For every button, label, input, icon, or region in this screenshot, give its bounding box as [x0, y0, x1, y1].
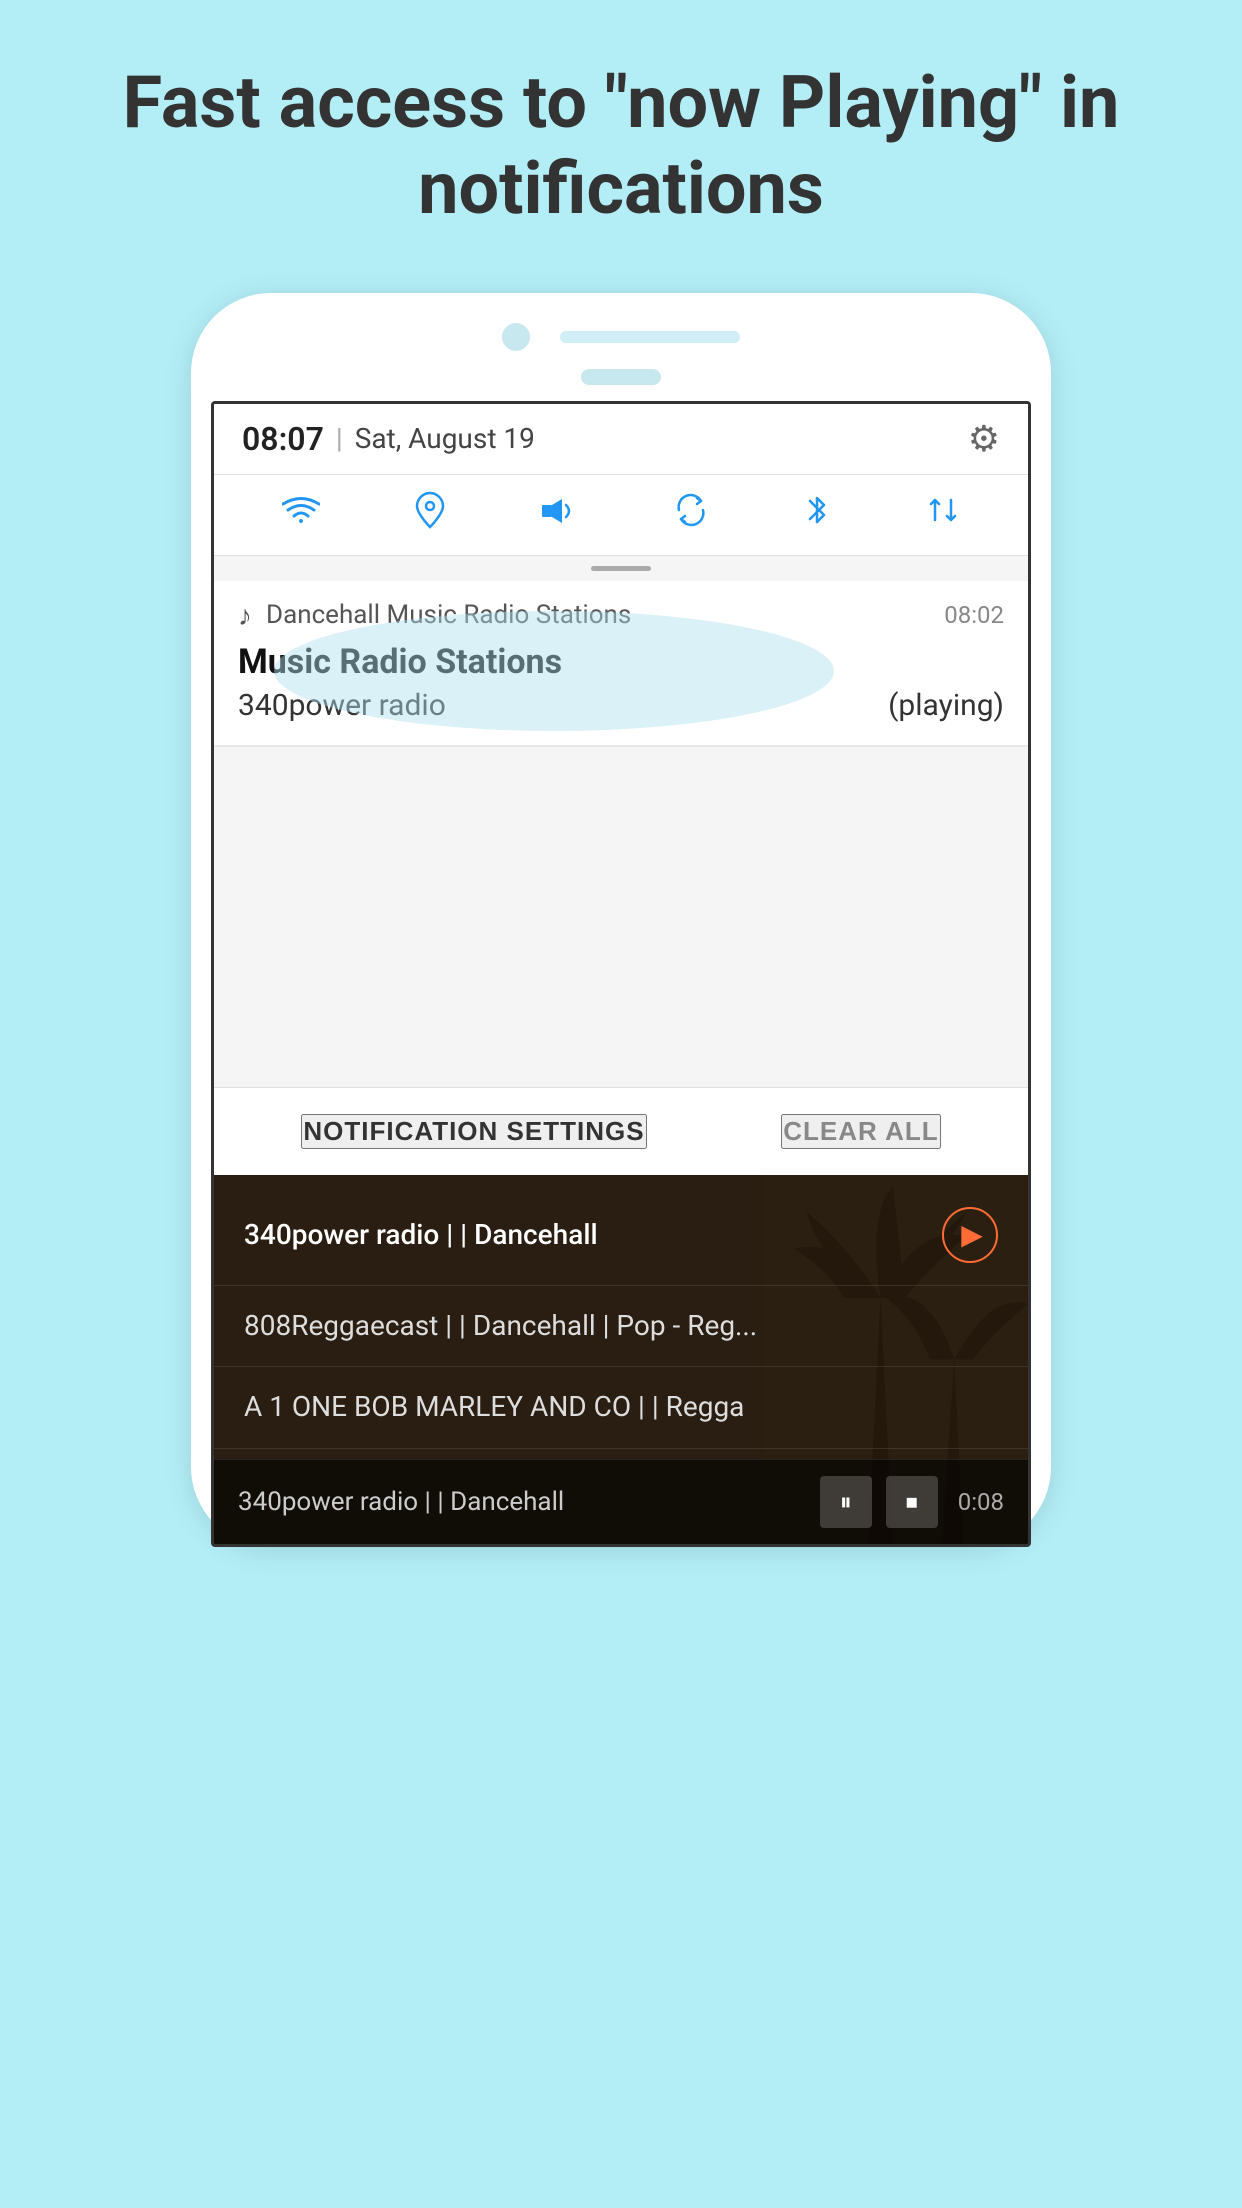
phone-wrapper: 08:07 | Sat, August 19 ⚙: [0, 273, 1242, 1547]
phone-camera: [502, 323, 530, 351]
notif-subtitle: 340power radio (playing): [238, 688, 1004, 723]
data-transfer-icon[interactable]: [925, 492, 961, 538]
radio-item[interactable]: 808Reggaecast | | Dancehall | Pop - Reg.…: [214, 1286, 1028, 1367]
stop-button[interactable]: ⏹: [886, 1476, 938, 1528]
volume-icon[interactable]: [540, 493, 578, 537]
clear-all-button[interactable]: CLEAR ALL: [781, 1114, 940, 1149]
bluetooth-icon[interactable]: [804, 491, 830, 539]
notif-footer: NOTIFICATION SETTINGS CLEAR ALL: [214, 1087, 1028, 1175]
drag-handle: [214, 556, 1028, 581]
status-sep: |: [336, 422, 343, 455]
sync-icon[interactable]: [673, 492, 709, 538]
phone-device: 08:07 | Sat, August 19 ⚙: [191, 293, 1051, 1547]
phone-home-button: [581, 369, 661, 385]
status-time: 08:07: [242, 420, 324, 458]
radio-item-text: A 1 ONE BOB MARLEY AND CO | | Regga: [244, 1389, 998, 1425]
phone-top-bar: [211, 323, 1031, 351]
pause-button[interactable]: ⏸: [820, 1476, 872, 1528]
phone-speaker: [560, 331, 740, 343]
radio-item[interactable]: 340power radio | | Dancehall ▶: [214, 1185, 1028, 1286]
play-icon: ▶: [961, 1218, 983, 1251]
notif-header: ♪ Dancehall Music Radio Stations 08:02: [238, 599, 1004, 632]
radio-item-text: 340power radio | | Dancehall: [244, 1217, 942, 1253]
playing-bar-text: 340power radio | | Dancehall: [238, 1487, 800, 1517]
pause-icon: ⏸: [840, 1488, 852, 1516]
radio-item-text: 808Reggaecast | | Dancehall | Pop - Reg.…: [244, 1308, 998, 1344]
play-button[interactable]: ▶: [942, 1207, 998, 1263]
notif-empty-area: [214, 747, 1028, 1087]
notif-station: 340power radio: [238, 688, 446, 723]
status-bar: 08:07 | Sat, August 19 ⚙: [214, 404, 1028, 475]
stop-icon: ⏹: [906, 1488, 918, 1516]
quick-settings-bar: [214, 475, 1028, 556]
status-left: 08:07 | Sat, August 19: [242, 420, 535, 458]
notification-settings-button[interactable]: NOTIFICATION SETTINGS: [301, 1114, 646, 1149]
page-title: Fast access to "now Playing" in notifica…: [0, 0, 1242, 273]
location-icon[interactable]: [415, 491, 445, 539]
phone-screen: 08:07 | Sat, August 19 ⚙: [211, 401, 1031, 1547]
status-date: Sat, August 19: [355, 422, 535, 455]
notification-card[interactable]: ♪ Dancehall Music Radio Stations 08:02 M…: [214, 581, 1028, 747]
notif-music-icon: ♪: [238, 599, 252, 632]
playing-time: 0:08: [958, 1488, 1004, 1516]
wifi-icon[interactable]: [282, 493, 320, 537]
radio-item[interactable]: A 1 ONE BOB MARLEY AND CO | | Regga: [214, 1367, 1028, 1448]
playing-bar: 340power radio | | Dancehall ⏸ ⏹ 0:08: [214, 1459, 1028, 1544]
playing-controls: ⏸ ⏹: [820, 1476, 938, 1528]
app-bottom-section: 340power radio | | Dancehall ▶ 808Reggae…: [214, 1175, 1028, 1544]
page-root: Fast access to "now Playing" in notifica…: [0, 0, 1242, 1547]
status-gear-icon[interactable]: ⚙: [968, 418, 1000, 460]
notif-app-name: Dancehall Music Radio Stations: [266, 600, 930, 630]
radio-list: 340power radio | | Dancehall ▶ 808Reggae…: [214, 1175, 1028, 1459]
notif-status: (playing): [888, 688, 1004, 723]
notif-time: 08:02: [944, 601, 1004, 629]
notif-title: Music Radio Stations: [238, 642, 1004, 682]
